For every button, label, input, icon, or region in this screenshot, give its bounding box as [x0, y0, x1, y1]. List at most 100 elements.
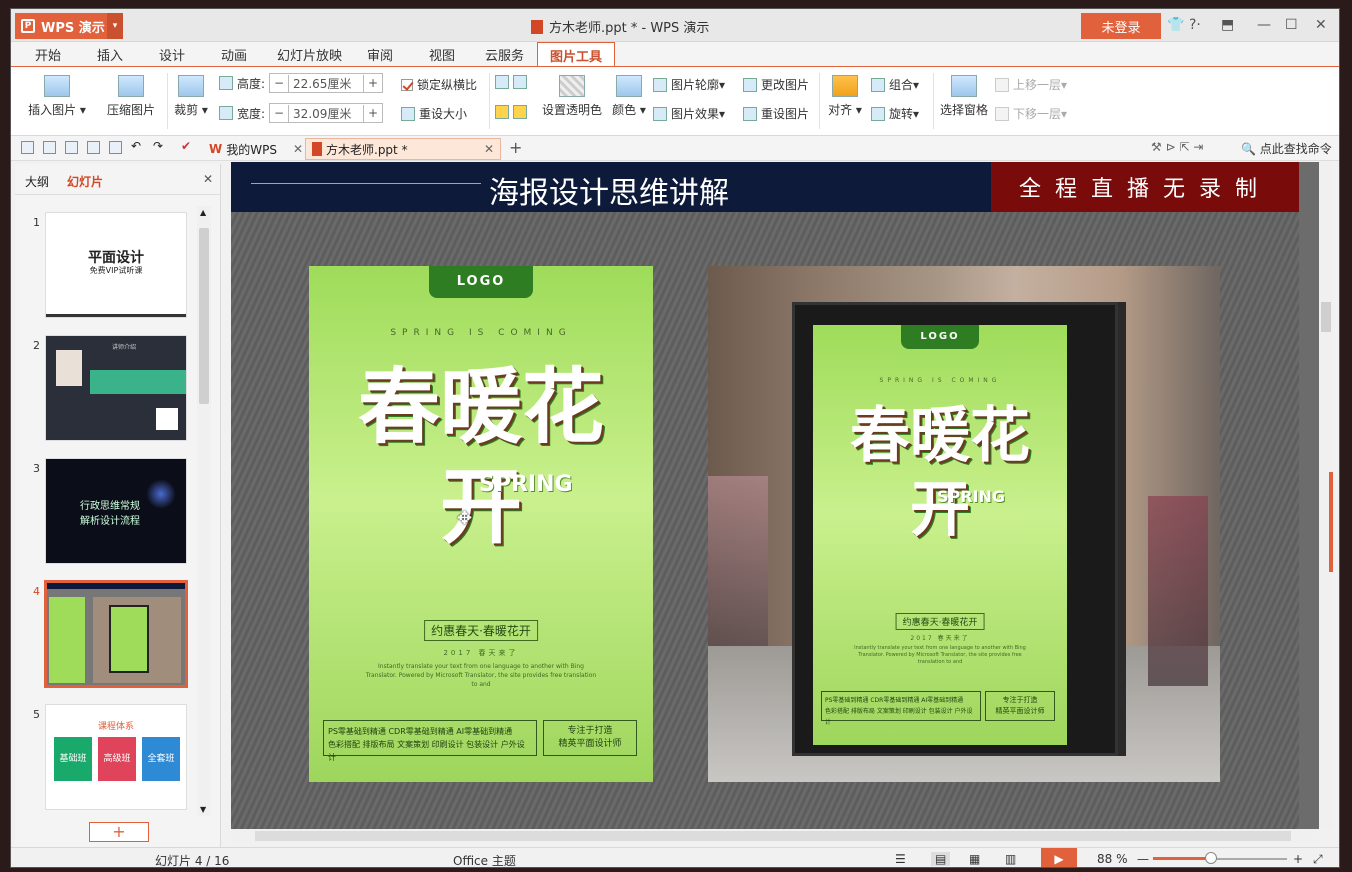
customize-icon[interactable]: ✔: [181, 139, 194, 153]
zoom-out-icon[interactable]: —: [1137, 852, 1149, 866]
billboard-poster: LOGO SPRING IS COMING 春暖花开 SPRING 约惠春天·春…: [813, 325, 1067, 745]
width-input[interactable]: 32.09厘米: [288, 104, 365, 122]
rotate-button[interactable]: 旋转 ▾: [871, 105, 919, 122]
height-stepper[interactable]: −22.65厘米 +: [269, 73, 384, 93]
slide-canvas[interactable]: 海报设计思维讲解 全程直播无录制 LOGO SPRING IS COMING 春…: [231, 162, 1319, 829]
shirt-skin-icon[interactable]: 👕: [1167, 17, 1184, 33]
zoom-knob[interactable]: [1205, 852, 1217, 864]
toolbar-extra-icons[interactable]: ⚒ ⊳ ⇱ ⇥: [1151, 140, 1203, 154]
print-preview-icon[interactable]: [109, 141, 122, 154]
bring-forward-button[interactable]: 上移一层 ▾: [995, 76, 1067, 93]
help-icon[interactable]: ?·: [1189, 17, 1201, 33]
minus-icon: −: [274, 76, 285, 90]
slide-heading: 海报设计思维讲解: [489, 176, 729, 211]
tab-document[interactable]: 方木老师.ppt * ✕: [305, 138, 501, 160]
compress-picture-button[interactable]: 压缩图片: [103, 75, 159, 118]
slide-body: LOGO SPRING IS COMING 春暖花开 SPRING 约惠春天·春…: [231, 212, 1299, 829]
slide-thumbnail-3[interactable]: 行政思维常规 解析设计流程: [45, 458, 187, 564]
tab-my-wps[interactable]: W 我的WPS ✕: [203, 138, 309, 160]
new-tab-icon[interactable]: +: [509, 138, 522, 157]
width-stepper[interactable]: −32.09厘米 +: [269, 103, 384, 123]
height-icon: [219, 76, 233, 90]
tab-insert[interactable]: 插入: [97, 45, 123, 64]
picture-outline-button[interactable]: 图片轮廓 ▾: [653, 76, 725, 93]
slide-thumbnail-2[interactable]: 讲师介绍: [45, 335, 187, 441]
brightness-group[interactable]: [495, 105, 531, 119]
change-picture-button[interactable]: 更改图片: [743, 76, 809, 93]
restore-layout-icon[interactable]: ⬒: [1221, 17, 1234, 33]
crop-button[interactable]: 裁剪 ▾: [173, 75, 209, 118]
fit-window-icon[interactable]: ⤢: [1313, 852, 1323, 867]
add-slide-button[interactable]: +: [89, 822, 149, 842]
close-icon[interactable]: ✕: [1315, 17, 1327, 33]
slide-thumbnail-4[interactable]: [44, 580, 188, 688]
search-command[interactable]: 🔍 点此查找命令: [1241, 140, 1332, 157]
open-icon[interactable]: [21, 141, 34, 154]
tab-animation[interactable]: 动画: [221, 45, 247, 64]
brightness-contrast-group[interactable]: [495, 75, 531, 89]
tab-view[interactable]: 视图: [429, 45, 455, 64]
save-icon[interactable]: [43, 141, 56, 154]
export-pdf-icon[interactable]: [65, 141, 78, 154]
chevron-down-icon[interactable]: ▾: [107, 13, 123, 39]
login-button[interactable]: 未登录: [1081, 13, 1161, 39]
zoom-in-icon[interactable]: +: [1293, 852, 1303, 866]
slide-number: 4: [33, 585, 40, 598]
undo-icon[interactable]: ↶: [131, 139, 144, 153]
poster-line1: PS零基础到精通 CDR零基础到精通 AI零基础到精通: [328, 727, 513, 736]
normal-view-icon[interactable]: ▤: [931, 852, 951, 866]
scrollbar-thumb[interactable]: [199, 228, 209, 404]
canvas-vertical-scrollbar[interactable]: [1319, 162, 1333, 829]
zoom-level: 88 %: [1097, 852, 1128, 866]
move-cursor-icon: ✥: [457, 508, 473, 529]
canvas-horizontal-scrollbar[interactable]: [231, 829, 1319, 843]
minimize-icon[interactable]: —: [1257, 17, 1271, 33]
insert-picture-button[interactable]: 插入图片 ▾: [25, 75, 89, 118]
reset-size-button[interactable]: 重设大小: [401, 105, 467, 122]
slide-thumbnail-5[interactable]: 课程体系 基础班 高级班 全套班: [45, 704, 187, 810]
redo-icon[interactable]: ↷: [153, 139, 166, 153]
contrast-icon: [495, 75, 509, 89]
plus-icon: +: [368, 76, 379, 90]
tab-start[interactable]: 开始: [35, 45, 61, 64]
poster-image[interactable]: LOGO SPRING IS COMING 春暖花开 SPRING 约惠春天·春…: [309, 266, 653, 782]
slide-thumbnail-1[interactable]: 平面设计 免费VIP试听课: [45, 212, 187, 318]
reset-picture-button[interactable]: 重设图片: [743, 105, 809, 122]
poster-course-box: PS零基础到精通 CDR零基础到精通 AI零基础到精通 色彩搭配 排版布局 文案…: [323, 720, 537, 762]
scroll-down-icon: ▼: [200, 805, 207, 814]
notes-icon[interactable]: ☰: [895, 852, 906, 866]
lock-ratio-checkbox[interactable]: 锁定纵横比: [401, 76, 477, 93]
color-button[interactable]: 颜色 ▾: [609, 75, 649, 118]
tab-review[interactable]: 审阅: [367, 45, 393, 64]
align-button[interactable]: 对齐 ▾: [825, 75, 865, 118]
checkbox-checked-icon: [401, 78, 413, 91]
close-tab-icon[interactable]: ✕: [484, 142, 494, 156]
height-row: 高度: −22.65厘米 +: [219, 73, 384, 93]
picture-effect-button[interactable]: 图片效果 ▾: [653, 105, 725, 122]
set-transparent-button[interactable]: 设置透明色: [539, 75, 605, 118]
group-button[interactable]: 组合 ▾: [871, 76, 919, 93]
tab-slides[interactable]: 幻灯片: [67, 173, 103, 190]
poster-year: 2017 春天来了: [443, 649, 519, 657]
height-input[interactable]: 22.65厘米: [288, 74, 365, 92]
send-backward-button[interactable]: 下移一层 ▾: [995, 105, 1067, 122]
tab-slideshow[interactable]: 幻灯片放映: [277, 45, 342, 64]
sorter-view-icon[interactable]: ▦: [969, 852, 980, 866]
tab-picture-tools[interactable]: 图片工具: [537, 42, 616, 67]
app-menu-button[interactable]: P WPS 演示 ▾: [15, 13, 123, 39]
select-pane-button[interactable]: 选择窗格: [937, 75, 991, 118]
play-slideshow-button[interactable]: ▶: [1041, 848, 1077, 867]
tab-design[interactable]: 设计: [159, 45, 185, 64]
close-tab-icon[interactable]: ✕: [293, 142, 303, 156]
billboard-photo[interactable]: LOGO SPRING IS COMING 春暖花开 SPRING 约惠春天·春…: [708, 266, 1220, 782]
slide-panel-scrollbar[interactable]: ▲ ▼: [197, 206, 211, 816]
change-picture-icon: [743, 77, 757, 92]
tab-outline[interactable]: 大纲: [25, 173, 49, 190]
send-backward-icon: [995, 106, 1009, 121]
app-name: WPS 演示: [41, 20, 105, 36]
tab-cloud[interactable]: 云服务: [485, 45, 524, 64]
maximize-icon[interactable]: ☐: [1285, 17, 1298, 33]
reading-view-icon[interactable]: ▥: [1005, 852, 1016, 866]
close-panel-icon[interactable]: ✕: [203, 172, 213, 186]
print-icon[interactable]: [87, 141, 100, 154]
